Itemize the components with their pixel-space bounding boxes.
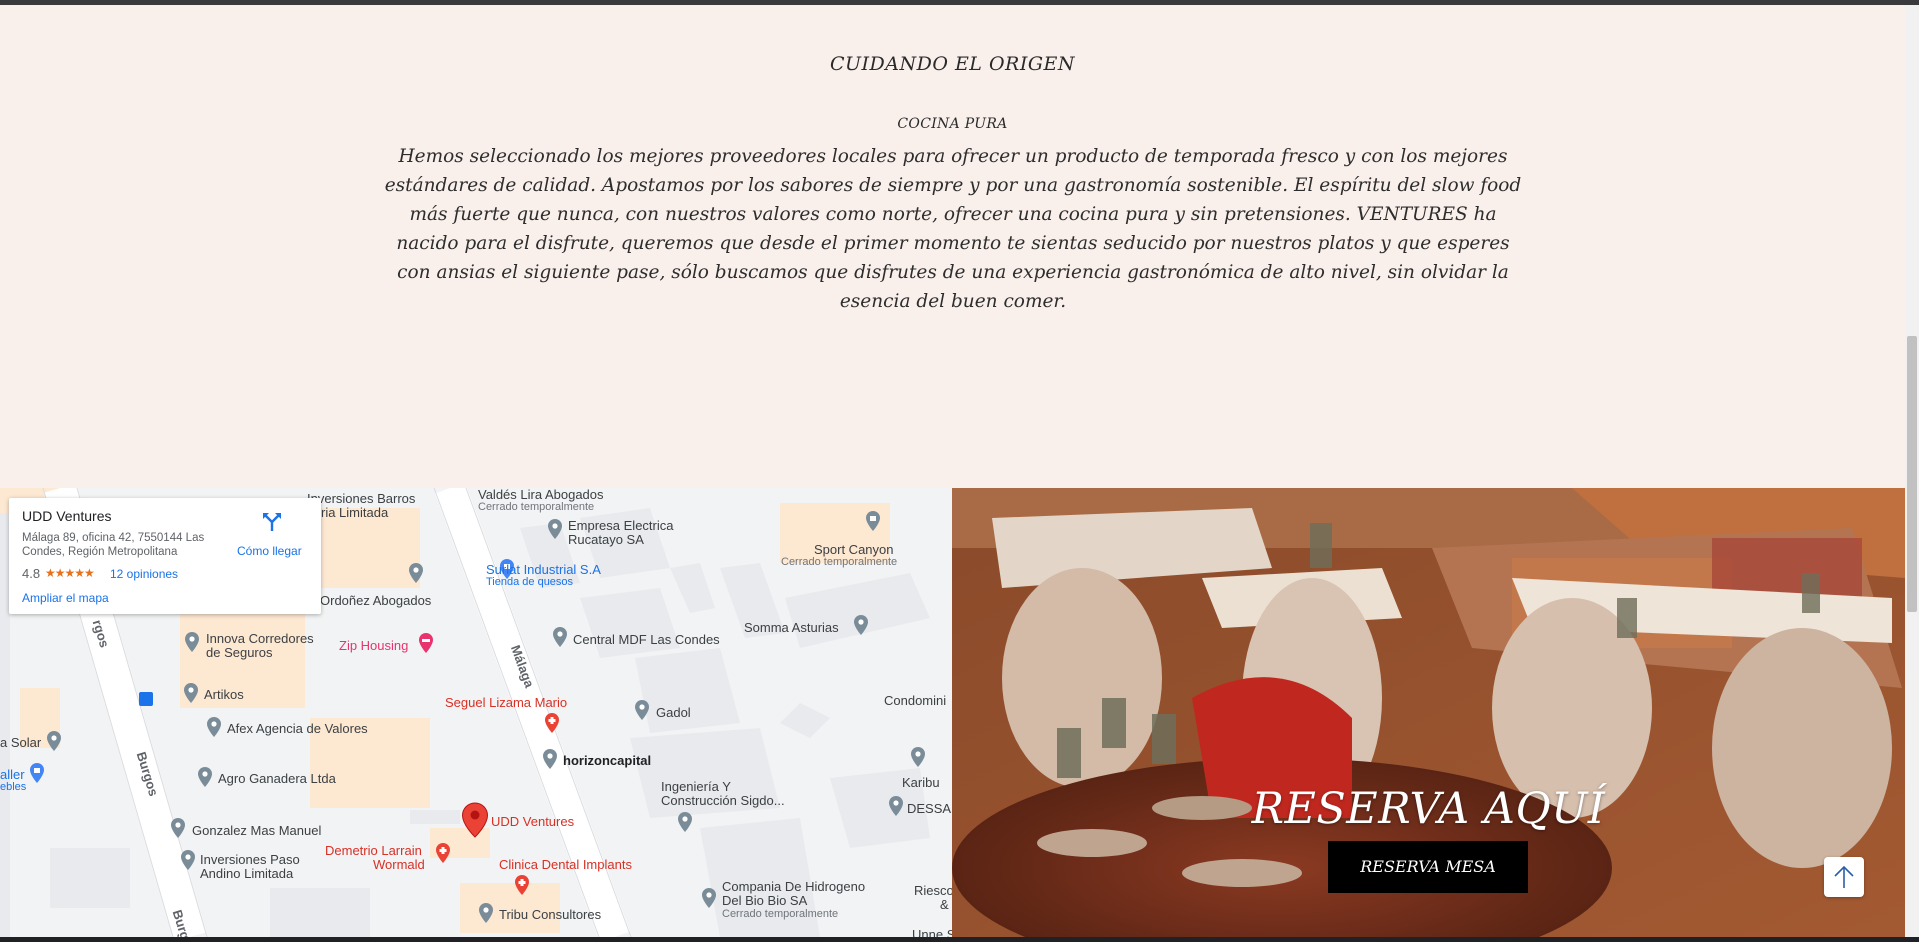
section-subtitle: COCINA PURA: [897, 116, 1008, 132]
directions-icon[interactable]: [261, 510, 283, 532]
poi-label: Gadol: [656, 705, 691, 720]
poi-label: Andino Limitada: [200, 866, 294, 881]
poi-label: Cerrado temporalmente: [478, 501, 595, 513]
poi-label: de Seguros: [206, 645, 273, 660]
place-pin-icon[interactable]: [477, 902, 495, 924]
poi-label: DESSA: [907, 801, 952, 816]
poi-label: Ingeniería Y: [661, 779, 731, 794]
place-pin-icon[interactable]: [205, 716, 223, 738]
reviews-link[interactable]: 12 opiniones: [110, 567, 178, 581]
place-pin-icon[interactable]: [541, 748, 559, 770]
poi-label: Seguel Lizama Mario: [445, 695, 568, 710]
poi-label: Empresa Electrica: [568, 518, 674, 533]
poi-label: Cerrado temporalmente: [781, 556, 898, 568]
directions-link[interactable]: Cómo llegar: [237, 544, 302, 558]
section-paragraph: Hemos seleccionado los mejores proveedor…: [384, 146, 1522, 312]
poi-label: Tribu Consultores: [499, 907, 602, 922]
scrollbar[interactable]: [1905, 5, 1919, 937]
place-pin-icon[interactable]: [183, 631, 201, 653]
place-pin-icon[interactable]: [676, 811, 694, 833]
poi-label: Somma Asturias: [744, 620, 839, 635]
shop-pin-icon[interactable]: [28, 762, 46, 784]
place-pin-icon[interactable]: [407, 562, 425, 584]
place-pin-icon[interactable]: [45, 730, 63, 752]
place-address: Málaga 89, oficina 42, 7550144 Las Conde…: [22, 532, 205, 558]
poi-label: Cerrado temporalmente: [722, 908, 839, 920]
rating-stars-icon: ★★★★★: [45, 566, 95, 580]
place-pin-icon[interactable]: [179, 849, 197, 871]
place-pin-icon[interactable]: [546, 518, 564, 540]
poi-label: Construcción Sigdo...: [661, 793, 785, 808]
place-pin-icon[interactable]: [633, 699, 651, 721]
reserve-table-button[interactable]: RESERVA MESA: [1328, 841, 1528, 893]
poi-label: Karibu: [902, 775, 940, 790]
poi-label: Unne S: [912, 927, 952, 938]
origin-section: CUIDANDO EL ORIGEN COCINA PURA Hemos sel…: [0, 5, 1905, 488]
place-pin-icon[interactable]: [909, 746, 927, 768]
poi-label: ria Limitada: [321, 505, 389, 520]
poi-label: Ordoñez Abogados: [320, 593, 432, 608]
poi-label: Innova Corredores: [206, 631, 314, 646]
arrow-up-icon: [1834, 865, 1854, 888]
scrollbar-thumb[interactable]: [1907, 336, 1917, 612]
poi-label: Clinica Dental Implants: [499, 857, 632, 872]
place-rating: 4.8: [22, 566, 41, 581]
medical-pin-icon[interactable]: [543, 712, 561, 734]
poi-label: Riesco: [914, 883, 952, 898]
place-pin-icon[interactable]: [182, 682, 200, 704]
bottom-bar: [0, 937, 1919, 942]
poi-label: Condomini: [884, 693, 947, 708]
poi-label: Inversiones Barros: [307, 491, 416, 506]
map-embed[interactable]: rgos Burgos Burg Málaga Inversiones Barr…: [0, 488, 952, 937]
poi-label: Gonzalez Mas Manuel: [192, 823, 322, 838]
shop-pin-icon[interactable]: [864, 510, 882, 532]
place-pin-icon[interactable]: [700, 887, 718, 909]
poi-label-main: UDD Ventures: [491, 814, 575, 829]
hotel-pin-icon[interactable]: [417, 632, 435, 654]
poi-label: &: [940, 897, 949, 912]
poi-label: Del Bio Bio SA: [722, 893, 808, 908]
back-to-top-button[interactable]: [1824, 857, 1864, 897]
place-pin-icon[interactable]: [887, 795, 905, 817]
poi-label: horizoncapital: [563, 753, 652, 768]
poi-label: Central MDF Las Condes: [573, 632, 720, 647]
poi-label: Zip Housing: [339, 638, 409, 653]
poi-label: Agro Ganadera Ltda: [218, 771, 336, 786]
place-pin-icon[interactable]: [551, 626, 569, 648]
poi-label: Compania De Hidrogeno: [722, 879, 866, 894]
main-location-pin-icon[interactable]: [461, 802, 489, 838]
poi-label: Afex Agencia de Valores: [227, 721, 368, 736]
enlarge-map-link[interactable]: Ampliar el mapa: [22, 591, 109, 605]
poi-label: Demetrio Larrain: [325, 843, 422, 858]
medical-pin-icon[interactable]: [513, 874, 531, 896]
poi-label: Rucatayo SA: [568, 532, 644, 547]
poi-label: Artikos: [204, 687, 244, 702]
map-info-card: UDD Ventures Málaga 89, oficina 42, 7550…: [9, 498, 321, 614]
place-name: UDD Ventures: [22, 508, 112, 524]
section-title: CUIDANDO EL ORIGEN: [829, 53, 1076, 75]
reserve-heading: RESERVA AQUÍ: [1251, 784, 1606, 834]
poi-label: ebles: [0, 781, 27, 793]
poi-label: Wormald: [373, 857, 425, 872]
place-pin-icon[interactable]: [196, 766, 214, 788]
poi-label: Inversiones Paso: [200, 852, 300, 867]
reserve-section: RESERVA AQUÍ RESERVA MESA: [952, 488, 1905, 937]
poi-label: Tienda de quesos: [486, 576, 574, 588]
place-pin-icon[interactable]: [169, 817, 187, 839]
poi-label: a Solar: [0, 735, 42, 750]
medical-pin-icon[interactable]: [434, 842, 452, 864]
place-pin-icon[interactable]: [852, 614, 870, 636]
